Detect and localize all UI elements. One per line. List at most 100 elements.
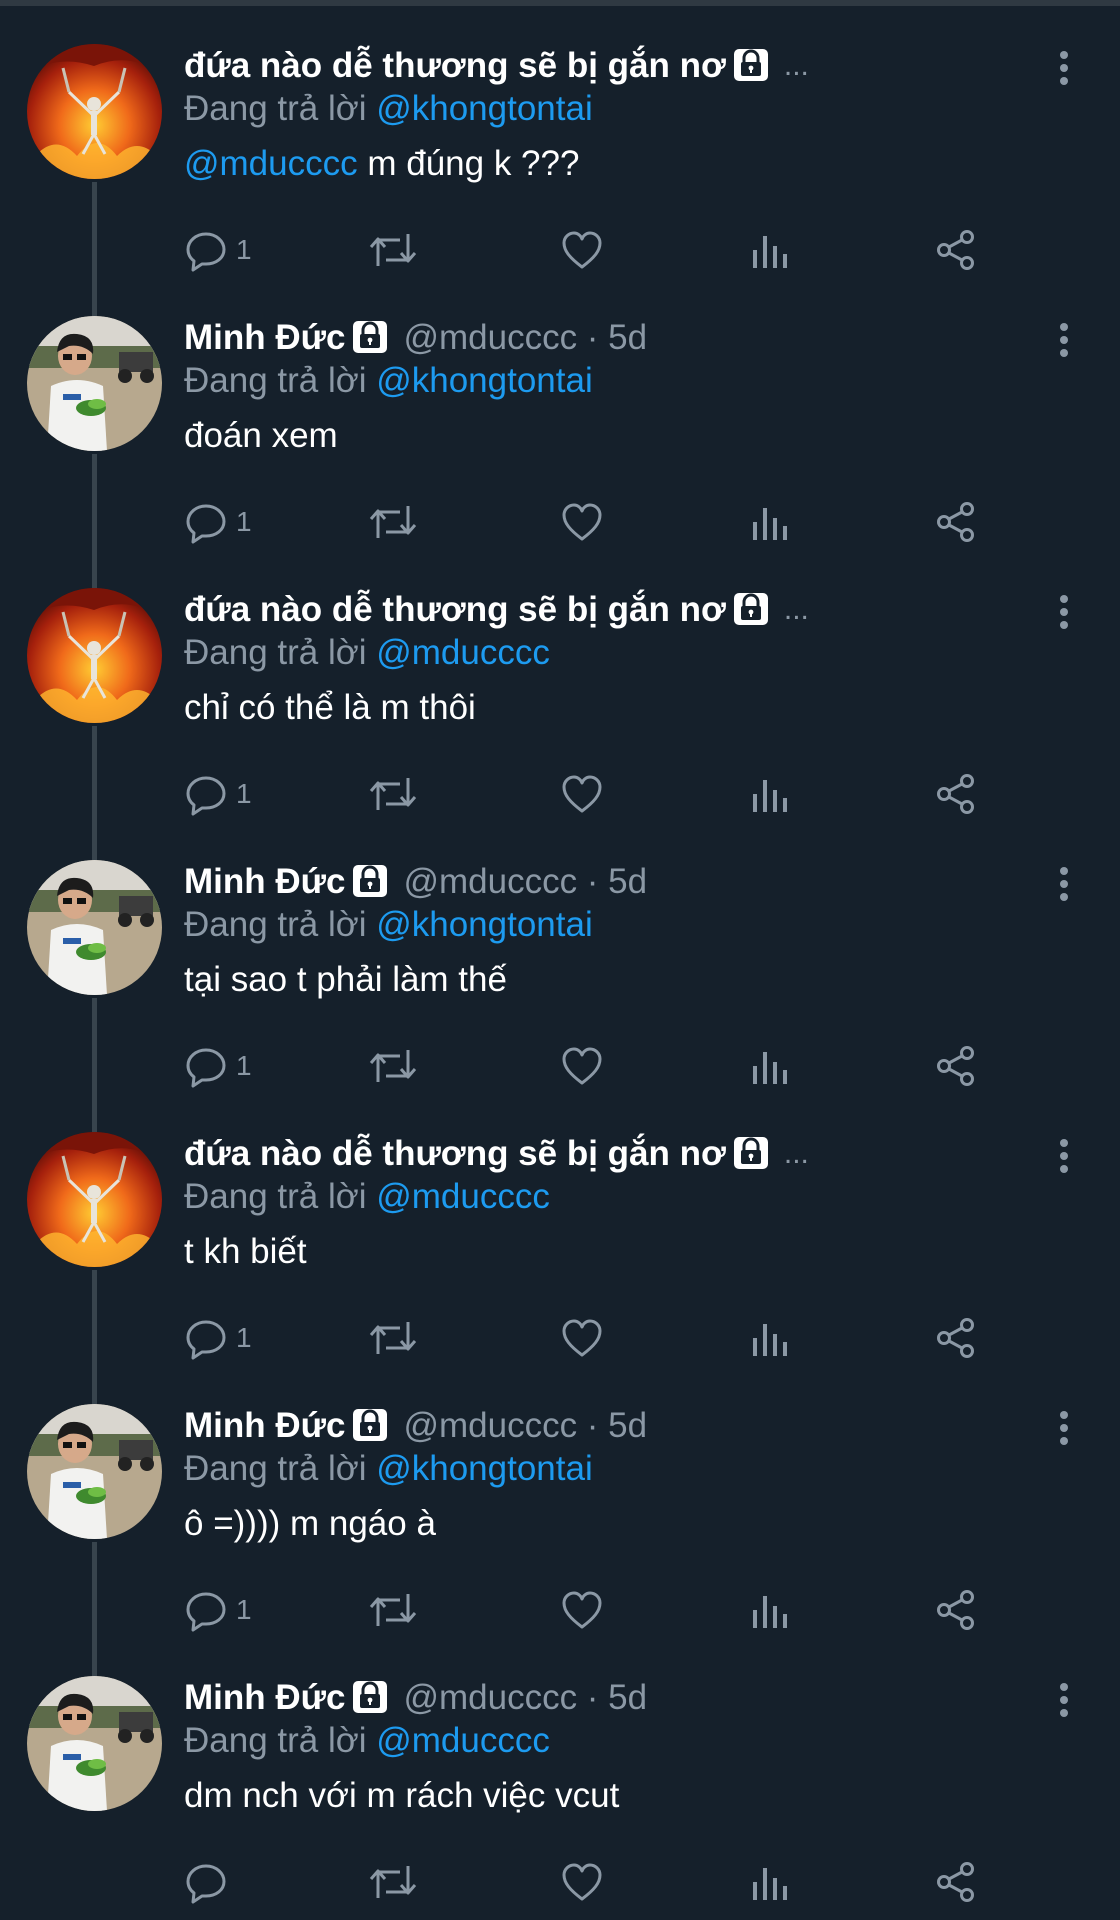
replying-to-mention[interactable]: @mducccc: [376, 1721, 550, 1760]
text-mention[interactable]: @mducccc: [184, 144, 358, 183]
tweet-actions: 1: [0, 770, 1120, 818]
retweet-button[interactable]: [368, 1314, 418, 1362]
display-name[interactable]: đứa nào dễ thương sẽ bị gắn nơ: [184, 588, 726, 632]
more-options-icon[interactable]: [1052, 1680, 1076, 1720]
retweet-button[interactable]: [368, 1042, 418, 1090]
avatar-fire-skeleton[interactable]: [27, 588, 162, 723]
reply-icon: [186, 1320, 226, 1360]
reply-button[interactable]: [184, 1858, 228, 1906]
heart-icon: [562, 503, 602, 541]
views-button[interactable]: [750, 498, 790, 546]
display-name[interactable]: đứa nào dễ thương sẽ bị gắn nơ: [184, 44, 726, 88]
views-button[interactable]: [750, 226, 790, 274]
more-options-icon[interactable]: [1052, 592, 1076, 632]
views-button[interactable]: [750, 1586, 790, 1634]
tweet[interactable]: đứa nào dễ thương sẽ bị gắn nơ ... Đang …: [0, 544, 1120, 861]
handle-and-time[interactable]: @mducccc · 5d: [403, 1404, 647, 1448]
tweet[interactable]: Minh Đức @mducccc · 5d Đang trả lời @kho…: [0, 272, 1120, 589]
like-button[interactable]: [560, 226, 604, 274]
reply-button[interactable]: 1: [184, 1314, 252, 1362]
retweet-icon: [369, 234, 417, 266]
tweet-text-body: m đúng k ???: [357, 144, 580, 183]
reply-button[interactable]: 1: [184, 1042, 252, 1090]
views-button[interactable]: [750, 1314, 790, 1362]
reply-button[interactable]: 1: [184, 1586, 252, 1634]
replying-to-mention[interactable]: @khongtontai: [376, 361, 593, 400]
tweet[interactable]: đứa nào dễ thương sẽ bị gắn nơ ... Đang …: [0, 1088, 1120, 1405]
reply-button[interactable]: 1: [184, 498, 252, 546]
replying-to-mention[interactable]: @mducccc: [376, 633, 550, 672]
truncation-ellipsis: ...: [783, 593, 809, 626]
share-button[interactable]: [934, 498, 978, 546]
reply-icon: [186, 1592, 226, 1632]
tweet-content: Minh Đức @mducccc · 5d Đang trả lời @kho…: [184, 860, 1044, 1002]
display-name[interactable]: Minh Đức: [184, 316, 345, 360]
replying-to-mention[interactable]: @khongtontai: [376, 1449, 593, 1488]
retweet-icon: [369, 1322, 417, 1354]
reply-count: 1: [236, 1050, 252, 1081]
tweet-content: đứa nào dễ thương sẽ bị gắn nơ ... Đang …: [184, 588, 1044, 730]
tweet[interactable]: Minh Đức @mducccc · 5d Đang trả lời @kho…: [0, 816, 1120, 1133]
avatar-fire-skeleton[interactable]: [27, 44, 162, 179]
replying-to-mention[interactable]: @mducccc: [376, 1177, 550, 1216]
lock-icon: [351, 861, 389, 899]
avatar-boy-photo[interactable]: [27, 860, 162, 995]
share-button[interactable]: [934, 1314, 978, 1362]
like-button[interactable]: [560, 498, 604, 546]
tweet[interactable]: Minh Đức @mducccc · 5d Đang trả lời @kho…: [0, 1360, 1120, 1677]
like-button[interactable]: [560, 1858, 604, 1906]
more-options-icon[interactable]: [1052, 1408, 1076, 1448]
avatar-boy-photo[interactable]: [27, 1676, 162, 1811]
reply-button[interactable]: 1: [184, 226, 252, 274]
share-icon: [937, 1590, 974, 1630]
more-options-icon[interactable]: [1052, 864, 1076, 904]
replying-to-line: Đang trả lời @mducccc: [184, 1720, 1044, 1762]
retweet-button[interactable]: [368, 1586, 418, 1634]
handle-and-time[interactable]: @mducccc · 5d: [403, 1676, 647, 1720]
retweet-button[interactable]: [368, 226, 418, 274]
display-name[interactable]: đứa nào dễ thương sẽ bị gắn nơ: [184, 1132, 726, 1176]
more-options-icon[interactable]: [1052, 1136, 1076, 1176]
share-button[interactable]: [934, 1586, 978, 1634]
retweet-button[interactable]: [368, 498, 418, 546]
more-options-icon[interactable]: [1052, 48, 1076, 88]
replying-to-mention[interactable]: @khongtontai: [376, 905, 593, 944]
tweet-header: đứa nào dễ thương sẽ bị gắn nơ ...: [184, 1132, 1044, 1176]
more-options-icon[interactable]: [1052, 320, 1076, 360]
handle-and-time[interactable]: @mducccc · 5d: [403, 860, 647, 904]
avatar-boy-photo[interactable]: [27, 1404, 162, 1539]
retweet-button[interactable]: [368, 1858, 418, 1906]
views-button[interactable]: [750, 1858, 790, 1906]
handle-and-time[interactable]: @mducccc · 5d: [403, 316, 647, 360]
reply-icon: [186, 504, 226, 544]
like-button[interactable]: [560, 770, 604, 818]
display-name[interactable]: Minh Đức: [184, 1676, 345, 1720]
retweet-button[interactable]: [368, 770, 418, 818]
share-button[interactable]: [934, 770, 978, 818]
tweet[interactable]: đứa nào dễ thương sẽ bị gắn nơ ... Đang …: [0, 0, 1120, 317]
reply-button[interactable]: 1: [184, 770, 252, 818]
tweet-header: Minh Đức @mducccc · 5d: [184, 1676, 1044, 1720]
heart-icon: [562, 231, 602, 269]
views-button[interactable]: [750, 770, 790, 818]
tweet-text: tại sao t phải làm thế: [184, 958, 1044, 1002]
replying-to-line: Đang trả lời @mducccc: [184, 632, 1044, 674]
like-button[interactable]: [560, 1586, 604, 1634]
display-name[interactable]: Minh Đức: [184, 860, 345, 904]
avatar-fire-skeleton[interactable]: [27, 1132, 162, 1267]
like-button[interactable]: [560, 1042, 604, 1090]
share-button[interactable]: [934, 226, 978, 274]
retweet-icon: [369, 1050, 417, 1082]
avatar-boy-photo[interactable]: [27, 316, 162, 451]
views-button[interactable]: [750, 1042, 790, 1090]
display-name[interactable]: Minh Đức: [184, 1404, 345, 1448]
share-button[interactable]: [934, 1858, 978, 1906]
tweet[interactable]: Minh Đức @mducccc · 5d Đang trả lời @mdu…: [0, 1632, 1120, 1904]
share-button[interactable]: [934, 1042, 978, 1090]
tweet-header: Minh Đức @mducccc · 5d: [184, 1404, 1044, 1448]
reply-icon: [186, 232, 226, 272]
replying-to-mention[interactable]: @khongtontai: [376, 89, 593, 128]
tweet-actions: 1: [0, 1042, 1120, 1090]
tweet-actions: [0, 1858, 1120, 1906]
like-button[interactable]: [560, 1314, 604, 1362]
